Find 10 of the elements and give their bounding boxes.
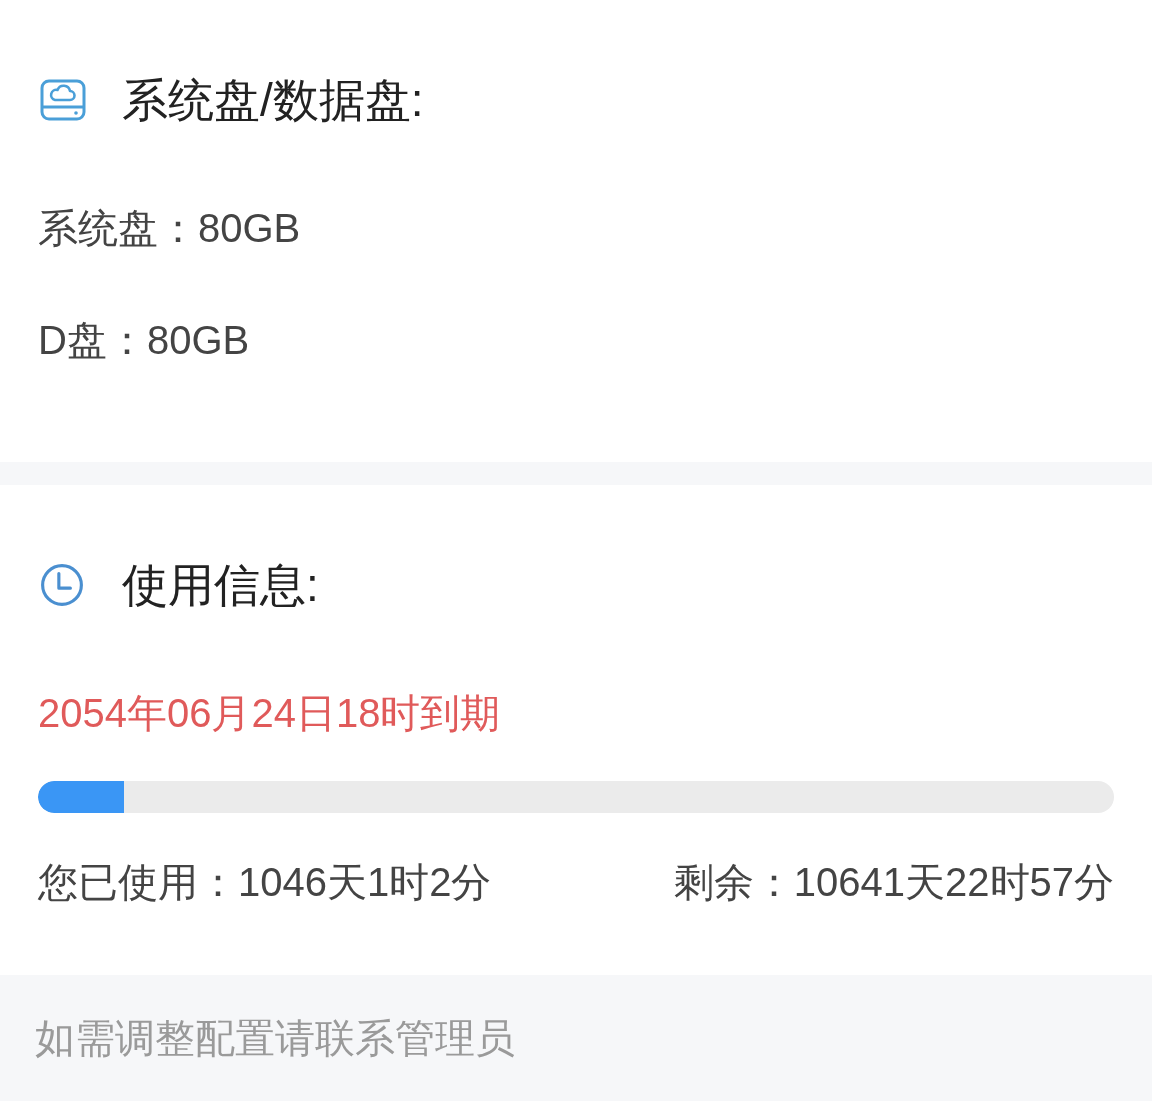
expiry-date-text: 2054年06月24日18时到期 <box>38 690 502 737</box>
disk-size-text: D盘：80GB <box>38 317 251 364</box>
remaining-time-text: 剩余：10641天22时57分 <box>673 859 1114 906</box>
used-time-text: 您已使用：1046天1时2分 <box>38 859 492 906</box>
disk-size-text: 系统盘：80GB <box>38 205 302 252</box>
section-title: 使用信息: <box>122 558 319 613</box>
section-title: 系统盘/数据盘: <box>122 73 424 128</box>
hard-drive-icon <box>40 79 86 121</box>
clock-icon <box>40 563 84 607</box>
footer-note: 如需调整配置请联系管理员 <box>35 1015 515 1062</box>
